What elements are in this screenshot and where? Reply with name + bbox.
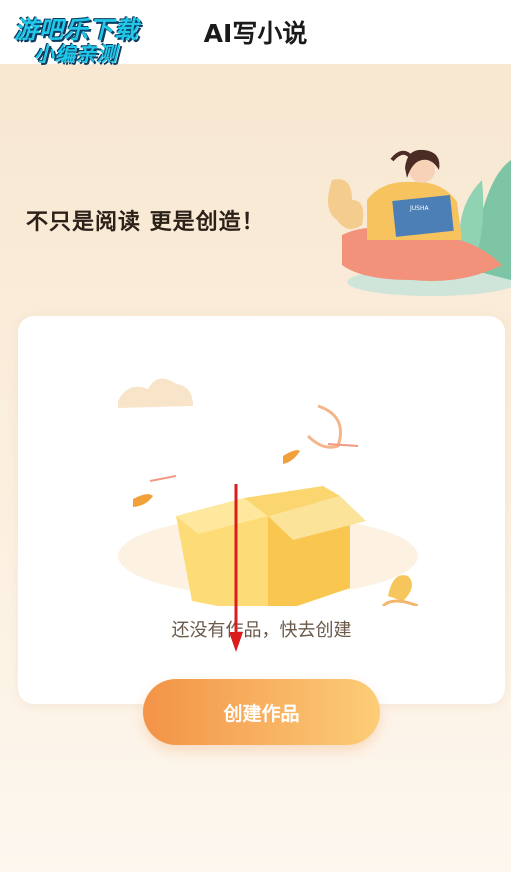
empty-state-message: 还没有作品，快去创建	[171, 620, 352, 641]
create-work-button[interactable]: 创建作品	[143, 679, 380, 745]
reading-girl-illustration: JUSHA	[328, 149, 511, 296]
empty-works-card: 还没有作品，快去创建	[18, 316, 505, 704]
app-screen: AI写小说 游吧乐下载 小编亲测 不只是阅读 更是创造！ JUSHA 还没有作品…	[0, 0, 511, 872]
watermark-line-2: 小编亲测	[34, 42, 118, 66]
banner-slogan: 不只是阅读 更是创造！	[26, 210, 265, 235]
book-cover-text: JUSHA	[409, 205, 429, 212]
red-arrow-annotation	[229, 484, 243, 652]
watermark-logo: 游吧乐下载 小编亲测	[10, 8, 150, 66]
empty-box-icon	[118, 378, 418, 606]
top-bar: AI写小说 游吧乐下载 小编亲测	[0, 0, 511, 66]
